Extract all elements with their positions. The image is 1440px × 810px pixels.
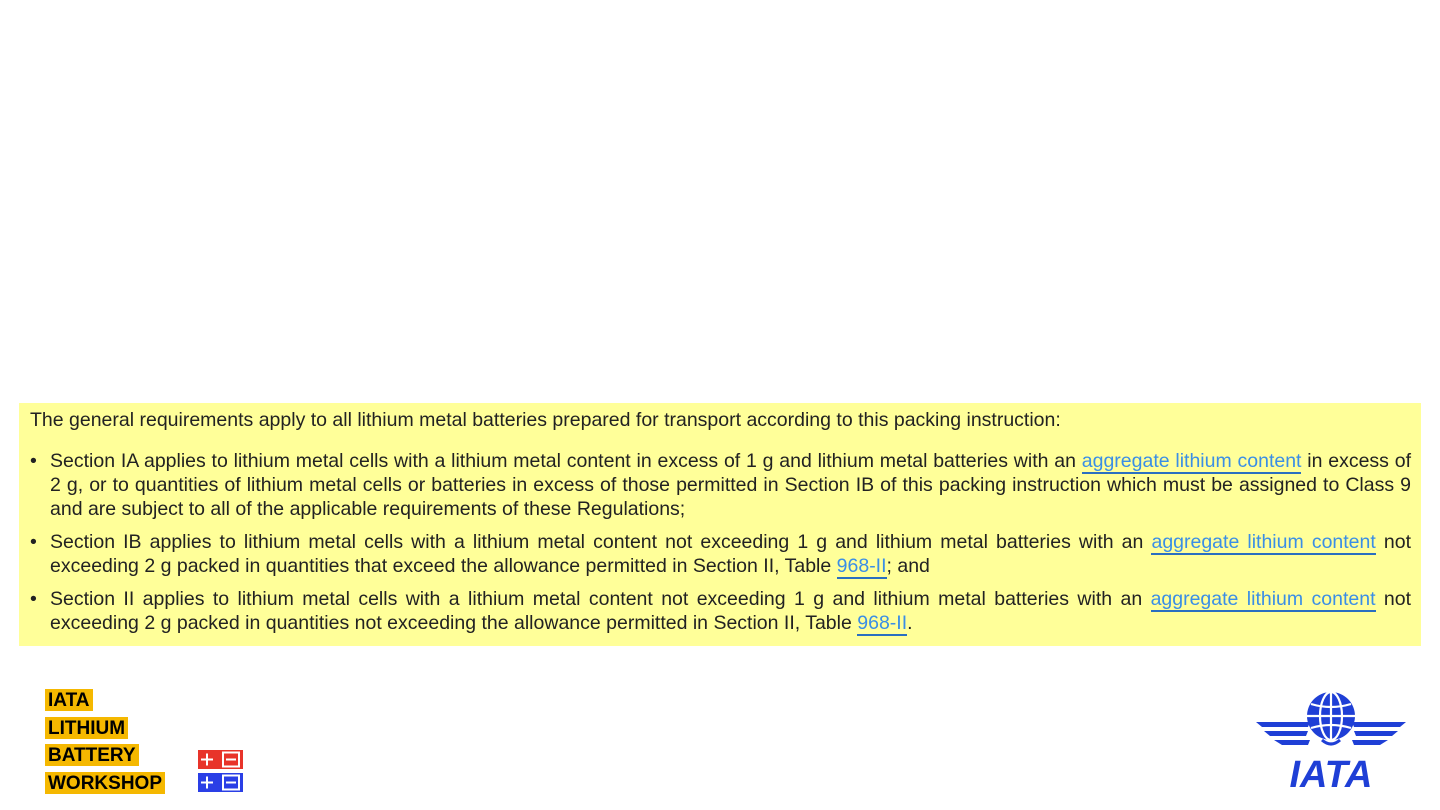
battery-blue-icon xyxy=(198,773,243,792)
lithium-battery-workshop-logo: IATA LITHIUM BATTERY WORKSHOP xyxy=(45,689,255,799)
logo-line-lithium: LITHIUM xyxy=(45,717,129,739)
table-968-ii-link[interactable]: 968-II xyxy=(836,555,887,579)
aggregate-lithium-content-link[interactable]: aggregate lithium content xyxy=(1151,531,1376,555)
aggregate-lithium-content-link[interactable]: aggregate lithium content xyxy=(1081,450,1302,474)
aggregate-lithium-content-link[interactable]: aggregate lithium content xyxy=(1150,588,1376,612)
slide: The general requirements apply to all li… xyxy=(0,0,1440,810)
table-968-ii-link[interactable]: 968-II xyxy=(857,612,908,636)
iata-wordmark: IATA xyxy=(1289,754,1372,790)
bullet-text: Section II applies to lithium metal cell… xyxy=(50,588,1151,610)
list-item-section-ia: Section IA applies to lithium metal cell… xyxy=(30,449,1411,521)
logo-line-battery: BATTERY xyxy=(45,744,139,766)
iata-logo: IATA xyxy=(1252,690,1410,796)
list-item-section-ib: Section IB applies to lithium metal cell… xyxy=(30,530,1411,579)
logo-line-iata: IATA xyxy=(45,689,93,711)
bullet-text: ; and xyxy=(886,555,930,577)
globe-wings-icon: IATA xyxy=(1256,690,1406,796)
section-list: Section IA applies to lithium metal cell… xyxy=(30,449,1411,636)
battery-red-icon xyxy=(198,750,243,769)
bullet-text: Section IA applies to lithium metal cell… xyxy=(50,450,1082,472)
logo-line-workshop: WORKSHOP xyxy=(45,772,165,794)
list-item-section-ii: Section II applies to lithium metal cell… xyxy=(30,587,1411,636)
bullet-text: Section IB applies to lithium metal cell… xyxy=(50,531,1152,553)
bullet-text: . xyxy=(907,612,913,634)
highlighted-text-box: The general requirements apply to all li… xyxy=(19,403,1421,646)
intro-paragraph: The general requirements apply to all li… xyxy=(30,409,1061,431)
